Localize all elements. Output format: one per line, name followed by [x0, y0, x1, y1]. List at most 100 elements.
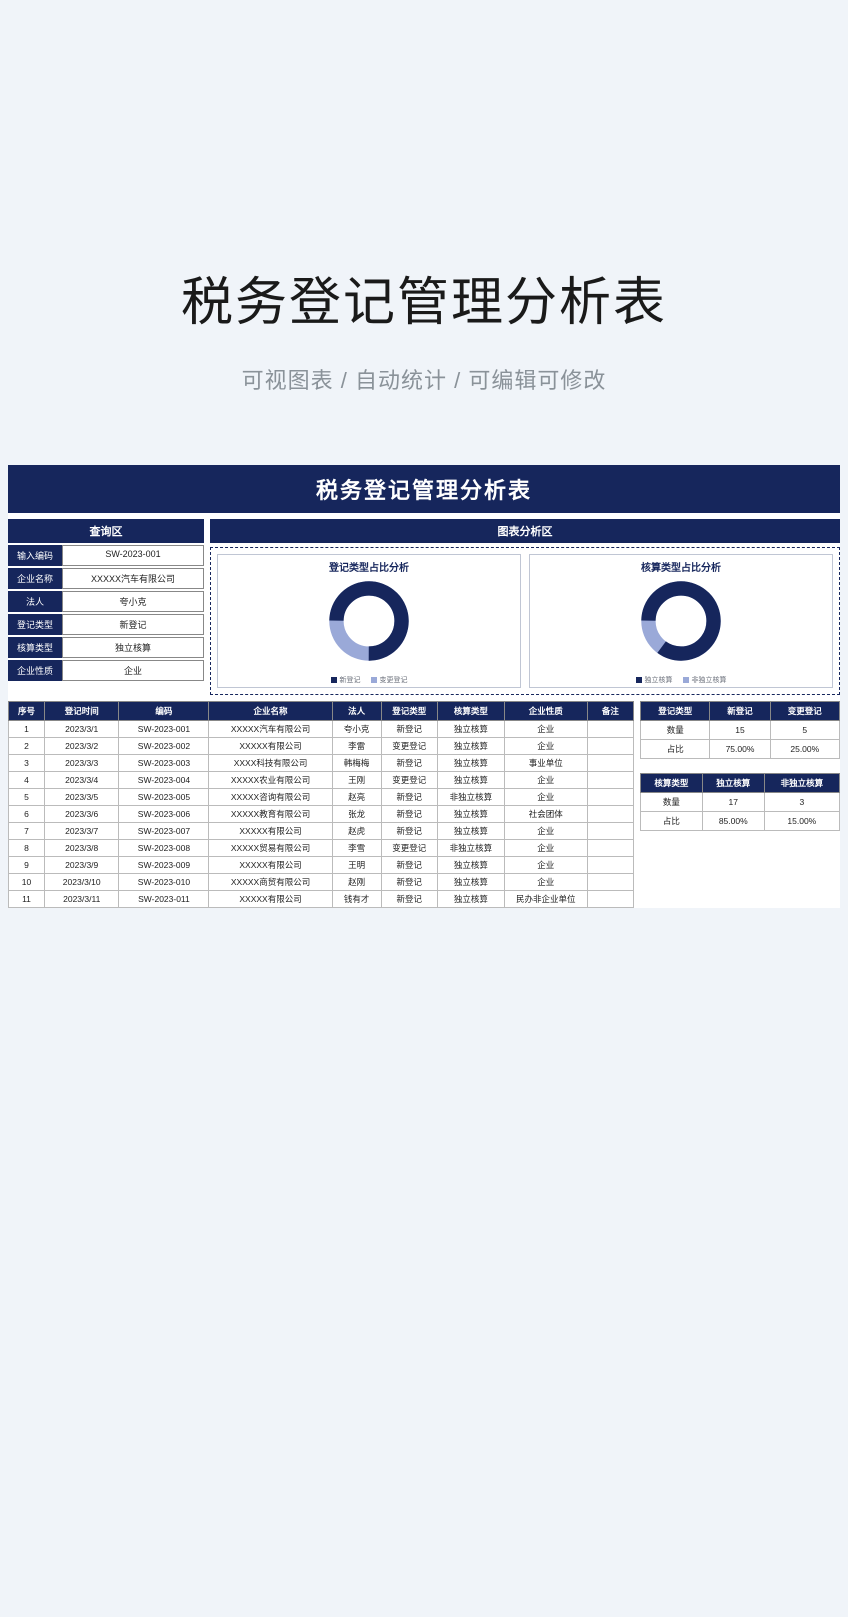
table-row: 32023/3/3SW-2023-003XXXX科技有限公司韩梅梅新登记独立核算… — [9, 755, 634, 772]
cell: 2023/3/1 — [44, 721, 119, 738]
cell: 9 — [9, 857, 45, 874]
cell: 2023/3/3 — [44, 755, 119, 772]
cell: 李雪 — [332, 840, 381, 857]
query-label: 输入编码 — [8, 545, 62, 566]
cell: XXXXX贸易有限公司 — [209, 840, 332, 857]
cell: 企业 — [504, 857, 587, 874]
cell: XXXXX教育有限公司 — [209, 806, 332, 823]
cell: 变更登记 — [381, 738, 438, 755]
cell: 非独立核算 — [438, 789, 505, 806]
table-header-row: 序号 登记时间 编码 企业名称 法人 登记类型 核算类型 企业性质 备注 — [9, 702, 634, 721]
cell: 企业 — [504, 840, 587, 857]
legend-item: 独立核算 — [636, 675, 673, 685]
cell: 张龙 — [332, 806, 381, 823]
table-header-row: 登记类型 新登记 变更登记 — [641, 702, 840, 721]
cell: SW-2023-001 — [119, 721, 209, 738]
donut-chart-regtype: 登记类型占比分析 新登记 变更登记 — [217, 554, 521, 688]
cell: 2023/3/11 — [44, 891, 119, 908]
cell: 新登记 — [381, 789, 438, 806]
col-nature: 企业性质 — [504, 702, 587, 721]
page-subtitle: 可视图表 / 自动统计 / 可编辑可修改 — [0, 363, 848, 395]
table-row: 占比 85.00% 15.00% — [641, 812, 840, 831]
query-label: 企业性质 — [8, 660, 62, 681]
cell: 变更登记 — [381, 840, 438, 857]
cell — [587, 789, 633, 806]
cell: 2023/3/4 — [44, 772, 119, 789]
legend-item: 变更登记 — [371, 675, 408, 685]
query-row: 企业性质 企业 — [8, 660, 204, 681]
cell: XXXXX有限公司 — [209, 857, 332, 874]
cell: 2023/3/9 — [44, 857, 119, 874]
cell: 民办非企业单位 — [504, 891, 587, 908]
col-seq: 序号 — [9, 702, 45, 721]
table-row: 42023/3/4SW-2023-004XXXXX农业有限公司王刚变更登记独立核… — [9, 772, 634, 789]
query-value: 夸小克 — [62, 591, 204, 612]
query-value: 企业 — [62, 660, 204, 681]
cell: 85.00% — [702, 812, 764, 831]
query-value[interactable]: SW-2023-001 — [62, 545, 204, 566]
sheet-title: 税务登记管理分析表 — [8, 465, 840, 513]
cell: 5 — [9, 789, 45, 806]
cell: 17 — [702, 793, 764, 812]
query-value: 新登记 — [62, 614, 204, 635]
cell: 2023/3/2 — [44, 738, 119, 755]
hero: 税务登记管理分析表 可视图表 / 自动统计 / 可编辑可修改 — [0, 0, 848, 395]
cell: 2023/3/10 — [44, 874, 119, 891]
cell: 独立核算 — [438, 721, 505, 738]
cell: 企业 — [504, 789, 587, 806]
col-header: 新登记 — [710, 702, 770, 721]
table-row: 82023/3/8SW-2023-008XXXXX贸易有限公司李雪变更登记非独立… — [9, 840, 634, 857]
cell: 王明 — [332, 857, 381, 874]
page-title: 税务登记管理分析表 — [0, 260, 848, 335]
cell: 事业单位 — [504, 755, 587, 772]
chart-title: 登记类型占比分析 — [329, 559, 409, 574]
cell: SW-2023-010 — [119, 874, 209, 891]
chart-area: 登记类型占比分析 新登记 变更登记 核算类型占比分析 — [210, 547, 840, 695]
cell: 25.00% — [770, 740, 839, 759]
cell — [587, 806, 633, 823]
cell: 4 — [9, 772, 45, 789]
table-row: 数量 15 5 — [641, 721, 840, 740]
table-row: 占比 75.00% 25.00% — [641, 740, 840, 759]
cell — [587, 823, 633, 840]
cell: 独立核算 — [438, 755, 505, 772]
spreadsheet-preview: 税务登记管理分析表 查询区 输入编码 SW-2023-001 企业名称 XXXX… — [8, 465, 840, 908]
cell: 赵虎 — [332, 823, 381, 840]
col-header: 独立核算 — [702, 774, 764, 793]
cell: 8 — [9, 840, 45, 857]
cell: 非独立核算 — [438, 840, 505, 857]
query-value: XXXXX汽车有限公司 — [62, 568, 204, 589]
cell: 企业 — [504, 738, 587, 755]
col-date: 登记时间 — [44, 702, 119, 721]
cell: XXXXX有限公司 — [209, 891, 332, 908]
donut-chart-accttype: 核算类型占比分析 独立核算 非独立核算 — [529, 554, 833, 688]
chart-title: 核算类型占比分析 — [641, 559, 721, 574]
cell: 3 — [9, 755, 45, 772]
cell: 数量 — [641, 793, 703, 812]
cell: XXXXX农业有限公司 — [209, 772, 332, 789]
cell: 10 — [9, 874, 45, 891]
query-row: 法人 夸小克 — [8, 591, 204, 612]
cell: SW-2023-009 — [119, 857, 209, 874]
cell: 企业 — [504, 823, 587, 840]
donut-icon — [326, 578, 412, 664]
cell: 新登记 — [381, 806, 438, 823]
cell: SW-2023-006 — [119, 806, 209, 823]
table-header-row: 核算类型 独立核算 非独立核算 — [641, 774, 840, 793]
cell: 新登记 — [381, 891, 438, 908]
cell: SW-2023-002 — [119, 738, 209, 755]
chart-legend: 新登记 变更登记 — [331, 675, 408, 685]
cell: 5 — [770, 721, 839, 740]
table-row: 72023/3/7SW-2023-007XXXXX有限公司赵虎新登记独立核算企业 — [9, 823, 634, 840]
cell: 6 — [9, 806, 45, 823]
cell: SW-2023-007 — [119, 823, 209, 840]
cell: 独立核算 — [438, 772, 505, 789]
cell: 新登记 — [381, 823, 438, 840]
cell — [587, 874, 633, 891]
legend-item: 非独立核算 — [683, 675, 727, 685]
col-acct: 核算类型 — [438, 702, 505, 721]
cell: XXXXX有限公司 — [209, 738, 332, 755]
query-value: 独立核算 — [62, 637, 204, 658]
col-note: 备注 — [587, 702, 633, 721]
table-row: 102023/3/10SW-2023-010XXXXX商贸有限公司赵刚新登记独立… — [9, 874, 634, 891]
